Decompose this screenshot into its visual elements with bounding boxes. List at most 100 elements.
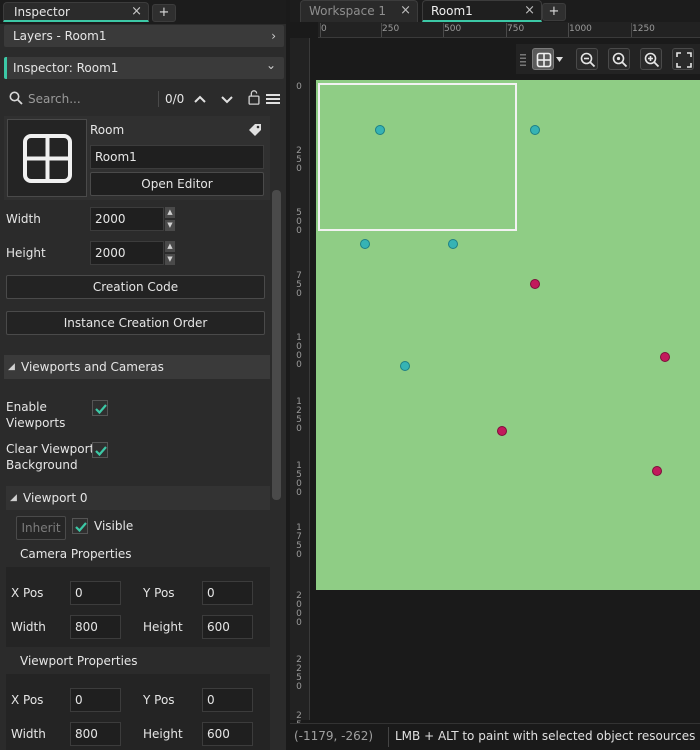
ruler-tick-label: 500 — [444, 24, 462, 34]
viewport-xpos-label: X Pos — [11, 693, 44, 707]
viewport-width-label: Width — [11, 727, 46, 741]
tab-room1-label: Room1 — [431, 4, 473, 18]
fullscreen-button[interactable] — [672, 48, 694, 70]
fullscreen-icon — [676, 52, 692, 68]
dropdown-arrow-icon[interactable] — [556, 57, 563, 62]
collapse-triangle-icon: ◢ — [10, 493, 17, 503]
camera-ypos-field[interactable]: 0 — [202, 581, 253, 605]
camera-height-field[interactable]: 600 — [202, 615, 253, 639]
viewport-width-field[interactable]: 800 — [70, 722, 121, 746]
viewport-ypos-field[interactable]: 0 — [202, 688, 253, 712]
menu-icon[interactable] — [265, 91, 281, 107]
stepper-down-icon[interactable]: ▼ — [165, 220, 175, 231]
object-instance[interactable] — [401, 362, 409, 370]
drag-handle-icon[interactable] — [520, 54, 526, 66]
stepper-down-icon[interactable]: ▼ — [165, 254, 175, 265]
inspector-scrollbar[interactable] — [272, 190, 281, 500]
room-height-stepper[interactable]: ▲ ▼ — [165, 241, 175, 265]
search-input[interactable] — [28, 89, 156, 109]
inherit-button[interactable]: Inherit — [16, 516, 66, 540]
add-tab-button[interactable]: + — [542, 3, 566, 21]
enable-viewports-label: Enable Viewports — [6, 399, 65, 431]
room-canvas[interactable] — [316, 80, 700, 590]
room-icon — [7, 119, 87, 197]
check-icon — [75, 522, 87, 533]
layers-bar-label: Layers - Room1 — [13, 29, 107, 43]
tag-icon[interactable] — [248, 123, 262, 137]
open-editor-button[interactable]: Open Editor — [90, 172, 264, 196]
object-instance[interactable] — [498, 427, 506, 435]
ruler-tick-label: 750 — [507, 24, 525, 34]
stepper-up-icon[interactable]: ▲ — [165, 241, 175, 252]
viewport-0-header[interactable]: ◢ Viewport 0 — [6, 486, 270, 510]
viewports-section-label: Viewports and Cameras — [21, 360, 164, 374]
instance-creation-order-button[interactable]: Instance Creation Order — [6, 311, 265, 335]
creation-code-button[interactable]: Creation Code — [6, 275, 265, 299]
status-hint: LMB + ALT to paint with selected object … — [395, 729, 696, 743]
object-instance[interactable] — [376, 126, 384, 134]
chevron-up-icon[interactable] — [192, 91, 208, 107]
object-instance[interactable] — [361, 240, 369, 248]
ruler-tick-label: 1000 — [569, 24, 592, 34]
ruler-tick-label: 1250 — [632, 24, 655, 34]
vertical-ruler: 0 250 500 750 1000 1250 1500 1750 2000 2… — [290, 38, 310, 730]
enable-viewports-checkbox[interactable] — [92, 400, 108, 416]
room-type-label: Room — [90, 123, 125, 137]
search-separator — [158, 91, 159, 107]
clear-viewport-checkbox[interactable] — [92, 442, 108, 458]
add-tab-button[interactable]: + — [152, 4, 176, 22]
zoom-reset-icon — [612, 52, 628, 68]
close-icon[interactable]: × — [131, 3, 142, 21]
chevron-down-icon: ⌄ — [265, 58, 276, 72]
camera-width-field[interactable]: 800 — [70, 615, 121, 639]
close-icon[interactable]: × — [400, 1, 411, 21]
inspector-bar[interactable]: Inspector: Room1 ⌄ — [4, 57, 284, 79]
zoom-in-button[interactable] — [640, 48, 662, 70]
status-bar: (-1179, -262) LMB + ALT to paint with se… — [290, 723, 700, 750]
room-width-stepper[interactable]: ▲ ▼ — [165, 207, 175, 231]
search-count: 0/0 — [165, 92, 185, 106]
lock-open-icon[interactable] — [246, 89, 262, 105]
object-instance[interactable] — [531, 126, 539, 134]
zoom-reset-button[interactable] — [608, 48, 630, 70]
object-instance[interactable] — [661, 353, 669, 361]
ruler-tick-label: 250 — [382, 24, 400, 34]
viewport-ypos-label: Y Pos — [143, 693, 175, 707]
object-instance[interactable] — [653, 467, 661, 475]
ruler-tick-label: 750 — [296, 271, 302, 299]
viewport-height-field[interactable]: 600 — [202, 722, 253, 746]
tab-inspector[interactable]: Inspector × — [3, 2, 149, 22]
grid-toggle-button[interactable] — [532, 48, 554, 70]
stepper-up-icon[interactable]: ▲ — [165, 207, 175, 218]
clear-viewport-line1: Clear Viewport — [6, 442, 95, 456]
tab-room1[interactable]: Room1 × — [422, 0, 542, 22]
object-instance[interactable] — [449, 240, 457, 248]
room-height-field[interactable]: 2000 — [90, 241, 164, 265]
viewports-section-header[interactable]: ◢ Viewports and Cameras — [4, 355, 270, 379]
camera-xpos-field[interactable]: 0 — [70, 581, 121, 605]
layers-bar[interactable]: Layers - Room1 › — [4, 25, 284, 47]
camera-properties-label: Camera Properties — [20, 547, 132, 561]
chevron-down-icon[interactable] — [219, 91, 235, 107]
visible-checkbox[interactable] — [72, 518, 88, 534]
room-header: Room Room1 Open Editor — [4, 116, 270, 200]
viewport-0-label: Viewport 0 — [23, 491, 88, 505]
left-tab-strip: Inspector × + — [0, 0, 286, 24]
viewport-xpos-field[interactable]: 0 — [70, 688, 121, 712]
check-icon — [95, 446, 107, 457]
room-name-field[interactable]: Room1 — [90, 145, 264, 169]
enable-viewports-line1: Enable — [6, 400, 47, 414]
close-icon[interactable]: × — [524, 1, 535, 21]
ruler-tick-label: 2250 — [296, 655, 302, 692]
zoom-out-button[interactable] — [576, 48, 598, 70]
zoom-out-icon — [580, 52, 596, 68]
viewport-properties-label: Viewport Properties — [20, 654, 138, 668]
tab-workspace-1[interactable]: Workspace 1 × — [300, 0, 418, 22]
check-icon — [95, 404, 107, 415]
viewport-rectangle[interactable] — [318, 83, 517, 231]
room-width-field[interactable]: 2000 — [90, 207, 164, 231]
camera-xpos-label: X Pos — [11, 586, 44, 600]
horizontal-ruler: 0 250 500 750 1000 1250 — [318, 22, 700, 38]
object-instance[interactable] — [531, 280, 539, 288]
visible-label: Visible — [94, 519, 134, 533]
